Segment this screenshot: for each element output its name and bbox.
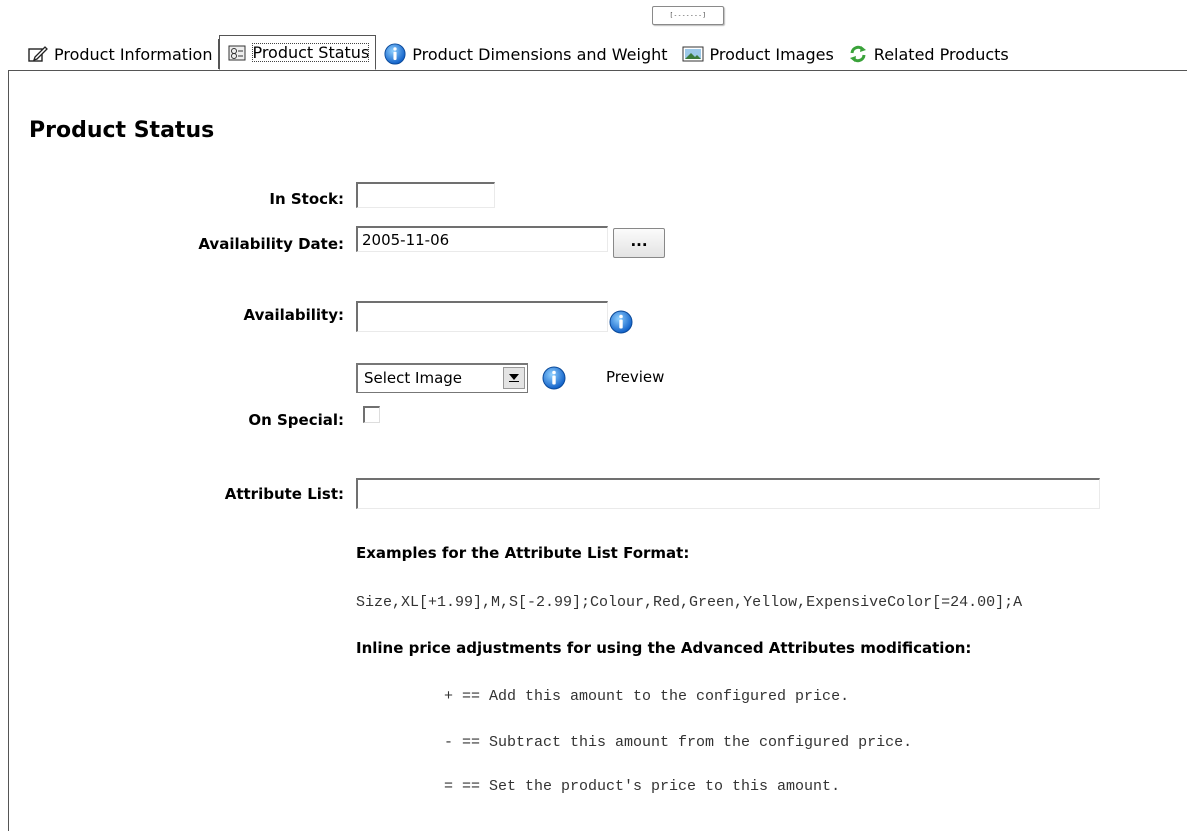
tab-label: Product Information [54, 44, 213, 64]
tab-label: Product Images [709, 44, 834, 64]
attribute-list-input[interactable] [356, 478, 1100, 509]
tab-product-status[interactable]: Product Status [219, 35, 377, 70]
select-image-dropdown[interactable]: Select Image [356, 363, 528, 393]
availability-info-icon[interactable] [609, 310, 633, 334]
on-special-label: On Special: [248, 411, 344, 429]
availability-date-label: Availability Date: [198, 235, 344, 253]
preview-label: Preview [606, 368, 665, 386]
attribute-list-label: Attribute List: [224, 485, 344, 503]
chevron-down-icon [503, 367, 525, 389]
in-stock-label: In Stock: [269, 190, 344, 208]
top-tag: [-------] [652, 6, 724, 25]
tab-product-information[interactable]: Product Information [0, 39, 220, 69]
tab-panel [8, 70, 1187, 831]
availability-label: Availability: [243, 306, 345, 324]
refresh-icon [848, 44, 868, 64]
tab-related-products[interactable]: Related Products [840, 39, 1015, 69]
adjustment-add: + == Add this amount to the configured p… [444, 688, 850, 705]
in-stock-input[interactable] [356, 182, 495, 208]
availability-input[interactable] [356, 301, 608, 332]
date-picker-button[interactable]: ... [613, 228, 665, 258]
availability-date-input[interactable] [356, 226, 608, 252]
inline-adjustments-title: Inline price adjustments for using the A… [356, 639, 972, 657]
tab-bar: Product Information Product Status Produ… [0, 35, 1187, 70]
select-image-value: Select Image [364, 369, 463, 387]
image-info-icon[interactable] [542, 366, 566, 390]
tab-label: Product Status [252, 43, 370, 62]
tab-label: Related Products [873, 44, 1009, 64]
on-special-checkbox[interactable] [363, 406, 380, 423]
status-icon [228, 45, 246, 61]
page-title: Product Status [29, 118, 215, 143]
tab-product-dimensions[interactable]: Product Dimensions and Weight [376, 39, 673, 69]
examples-title: Examples for the Attribute List Format: [356, 544, 690, 562]
info-icon [384, 43, 406, 65]
tab-label: Product Dimensions and Weight [412, 44, 668, 64]
edit-icon [28, 45, 48, 63]
adjustment-set: = == Set the product's price to this amo… [444, 778, 841, 795]
image-icon [682, 46, 704, 62]
example-line: Size,XL[+1.99],M,S[-2.99];Colour,Red,Gre… [356, 594, 1023, 611]
tab-product-images[interactable]: Product Images [674, 39, 840, 69]
adjustment-subtract: - == Subtract this amount from the confi… [444, 734, 913, 751]
